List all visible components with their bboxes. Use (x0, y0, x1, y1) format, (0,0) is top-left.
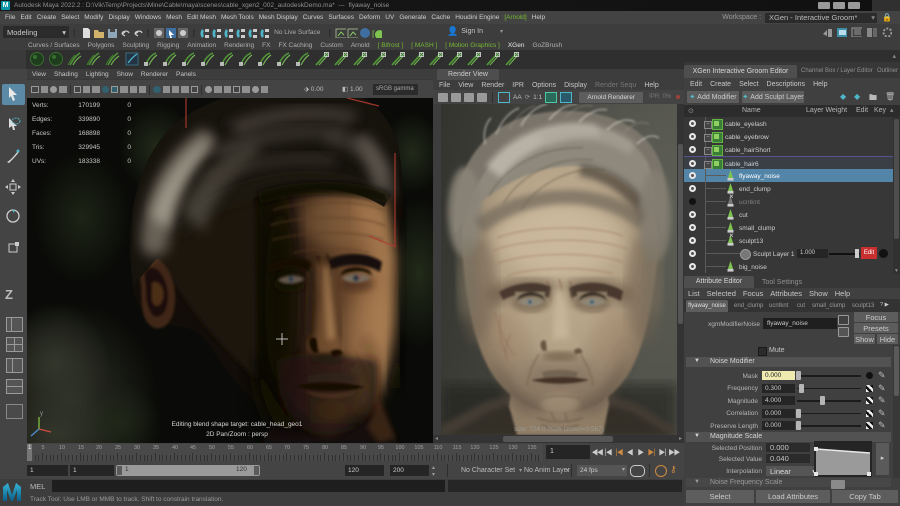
svg-text:y: y (40, 411, 43, 417)
svg-text:Tris:: Tris: (32, 144, 45, 151)
svg-text:0: 0 (127, 116, 131, 123)
svg-text:Editing blend shape target: ca: Editing blend shape target: cable_head_g… (172, 421, 303, 428)
svg-text:0: 0 (127, 158, 131, 165)
svg-text:170199: 170199 (78, 102, 100, 109)
svg-text:0: 0 (127, 144, 131, 151)
svg-text:Faces:: Faces: (32, 130, 52, 137)
svg-text:UVs:: UVs: (32, 158, 46, 165)
svg-text:Verts:: Verts: (32, 102, 49, 109)
svg-text:2D Pan/Zoom : persp: 2D Pan/Zoom : persp (206, 431, 268, 438)
svg-text:[⬤]: [⬤] (372, 29, 382, 38)
svg-text:0: 0 (127, 102, 131, 109)
svg-text:0: 0 (127, 130, 131, 137)
svg-text:339890: 339890 (78, 116, 100, 123)
svg-text:329945: 329945 (78, 144, 100, 151)
svg-text:168898: 168898 (78, 130, 100, 137)
svg-text:Edges:: Edges: (32, 116, 52, 123)
svg-text:size: 724 0.7026 (zoom=0.567): size: 724 0.7026 (zoom=0.567) (514, 426, 604, 433)
svg-text:183338: 183338 (78, 158, 100, 165)
